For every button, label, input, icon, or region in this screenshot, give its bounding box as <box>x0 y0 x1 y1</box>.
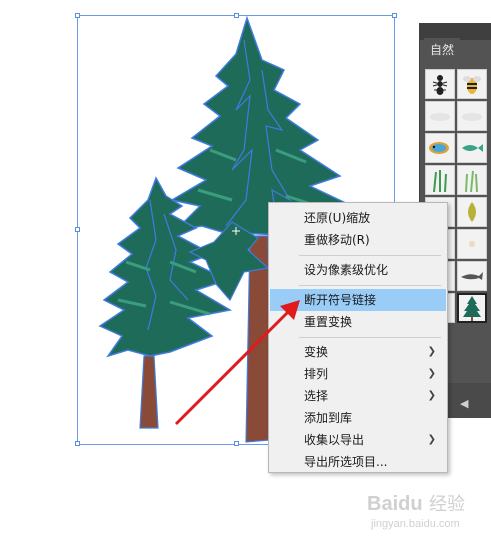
symbol-ant[interactable] <box>425 69 455 99</box>
symbol-grass-2[interactable] <box>457 165 487 195</box>
menu-separator <box>299 337 441 338</box>
symbol-tree-2-selected[interactable] <box>457 293 487 323</box>
menu-item-pixel-optimize[interactable]: 设为像素级优化 <box>270 259 446 281</box>
resize-handle-left[interactable] <box>75 227 80 232</box>
svg-text:jingyan.baidu.com: jingyan.baidu.com <box>370 518 460 530</box>
baidu-watermark: Baidu 经验 jingyan.baidu.com <box>367 488 491 532</box>
ant-icon <box>432 75 448 95</box>
cloud-icon <box>430 113 450 121</box>
cloud-icon <box>462 113 482 121</box>
resize-handle-top-right[interactable] <box>392 13 397 18</box>
resize-handle-top-left[interactable] <box>75 13 80 18</box>
resize-handle-top[interactable] <box>234 13 239 18</box>
menu-item-break-symbol-link[interactable]: 断开符号链接 <box>270 289 446 311</box>
symbol-leaf[interactable] <box>457 197 487 227</box>
prev-arrow-icon[interactable]: ◀ <box>460 397 468 410</box>
menu-item-arrange[interactable]: 排列 ❯ <box>270 363 446 385</box>
grass-icon <box>433 170 447 192</box>
symbol-bee[interactable] <box>457 69 487 99</box>
symbol-sheep-2[interactable] <box>457 229 487 259</box>
resize-handle-bottom[interactable] <box>234 441 239 446</box>
tree-icon <box>463 296 481 321</box>
menu-item-redo-move[interactable]: 重做移动(R) <box>270 229 446 251</box>
menu-item-transform[interactable]: 变换 ❯ <box>270 341 446 363</box>
svg-text:经验: 经验 <box>429 494 465 515</box>
menu-separator <box>299 285 441 286</box>
tab-nature[interactable]: 自然 <box>424 38 460 62</box>
menu-item-undo-scale[interactable]: 还原(U)缩放 <box>270 207 446 229</box>
chevron-right-icon: ❯ <box>427 434 436 445</box>
chevron-right-icon: ❯ <box>427 368 436 379</box>
chevron-right-icon: ❯ <box>427 390 436 401</box>
context-menu: 还原(U)缩放 重做移动(R) 设为像素级优化 断开符号链接 重置变换 变换 ❯ … <box>268 202 448 473</box>
symbol-cloud-1[interactable] <box>425 101 455 131</box>
symbol-cloud-2[interactable] <box>457 101 487 131</box>
baidu-jingyan-logo: Baidu 经验 jingyan.baidu.com <box>367 493 465 530</box>
shark-icon <box>461 272 483 280</box>
chevron-right-icon: ❯ <box>427 346 436 357</box>
menu-separator <box>299 255 441 256</box>
fish-icon <box>462 144 483 152</box>
menu-item-select[interactable]: 选择 ❯ <box>270 385 446 407</box>
symbol-fish-1[interactable] <box>425 133 455 163</box>
menu-item-reset-transform[interactable]: 重置变换 <box>270 311 446 333</box>
resize-handle-bottom-left[interactable] <box>75 441 80 446</box>
fish-icon <box>429 142 449 154</box>
grass-icon <box>465 170 478 192</box>
menu-item-add-to-library[interactable]: 添加到库 <box>270 407 446 429</box>
symbol-grass-1[interactable] <box>425 165 455 195</box>
sheep-icon <box>469 241 475 247</box>
menu-item-collect-for-export[interactable]: 收集以导出 ❯ <box>270 429 446 451</box>
bee-icon <box>463 76 481 94</box>
symbol-shark[interactable] <box>457 261 487 291</box>
symbol-fish-2[interactable] <box>457 133 487 163</box>
menu-item-export-selection[interactable]: 导出所选项目... <box>270 451 446 473</box>
leaf-icon <box>468 202 476 222</box>
svg-text:Baidu: Baidu <box>367 493 423 515</box>
